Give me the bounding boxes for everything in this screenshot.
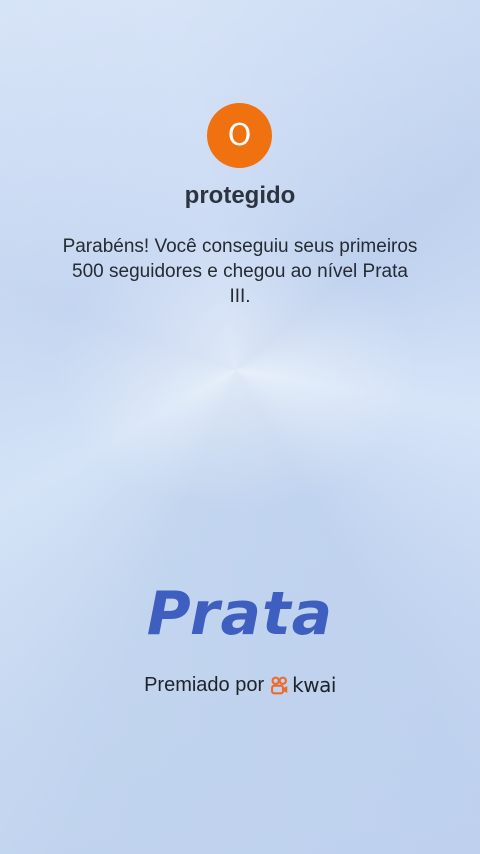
avatar-initial: O <box>227 117 252 153</box>
brand-logo: kwai <box>270 673 336 697</box>
awarded-by: Premiado por kwai <box>0 673 480 697</box>
avatar: O <box>207 103 272 168</box>
awarded-by-label: Premiado por <box>144 673 265 696</box>
achievement-message: Parabéns! Você conseguiu seus primeiros … <box>62 236 418 307</box>
achievement-screen: O protegido Parabéns! Você conseguiu seu… <box>0 0 480 854</box>
brand-name: kwai <box>292 673 336 697</box>
username: protegido <box>184 182 296 209</box>
level-title: Prata <box>146 579 334 649</box>
kwai-logo-icon <box>271 676 288 694</box>
